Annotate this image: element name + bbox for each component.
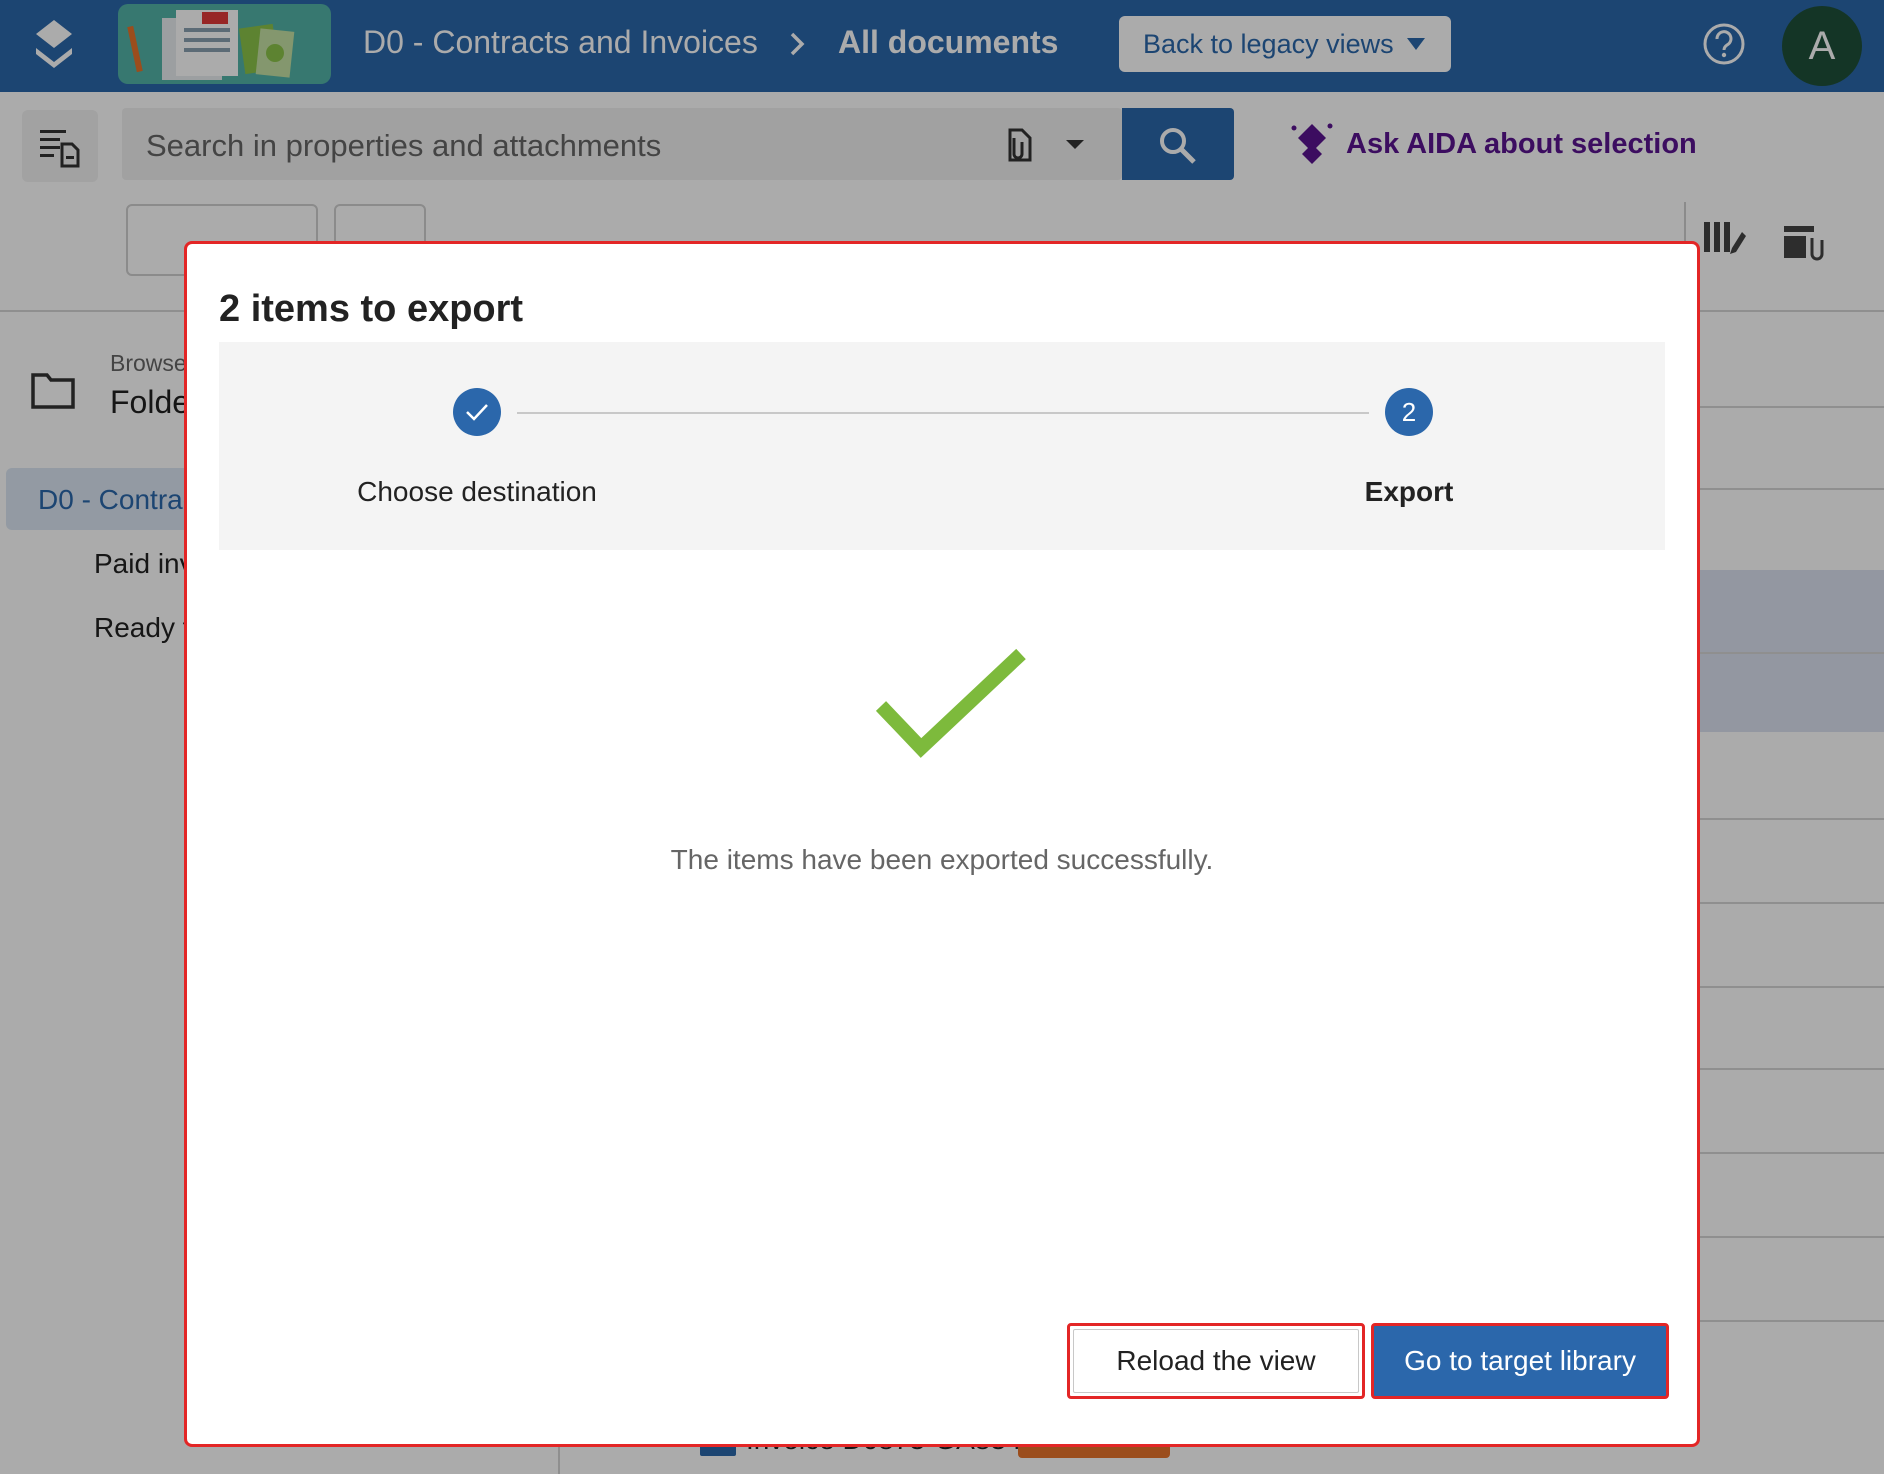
step-active-indicator: 2 — [1385, 388, 1433, 436]
reload-view-label: Reload the view — [1116, 1345, 1316, 1376]
export-dialog: 2 items to export 2 Choose destination E… — [184, 241, 1700, 1447]
go-to-target-library-button[interactable]: Go to target library — [1371, 1323, 1669, 1399]
go-to-target-library-label: Go to target library — [1404, 1345, 1636, 1376]
success-message: The items have been exported successfull… — [670, 844, 1214, 875]
step-choose-destination-label: Choose destination — [357, 476, 597, 507]
stepper-connector — [517, 412, 1369, 414]
step-completed-indicator — [453, 388, 501, 436]
step-export-label: Export — [1364, 476, 1454, 507]
success-check-icon — [875, 648, 1026, 758]
check-icon — [466, 404, 488, 421]
export-stepper: 2 Choose destination Export — [219, 342, 1665, 550]
reload-view-button[interactable]: Reload the view — [1067, 1323, 1365, 1399]
dialog-title: 2 items to export — [219, 288, 524, 330]
